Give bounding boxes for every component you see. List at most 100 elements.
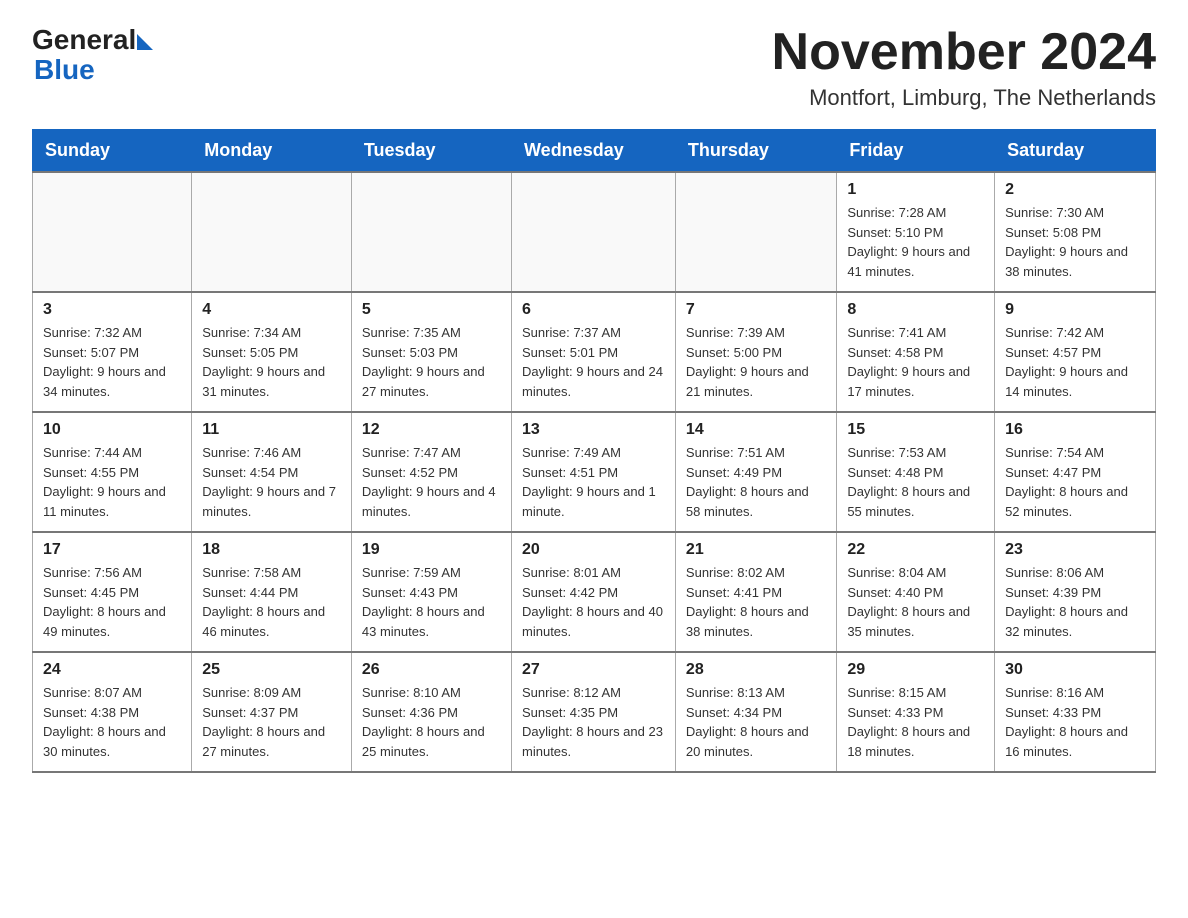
calendar-cell: 16 Sunrise: 7:54 AMSunset: 4:47 PMDayligh… xyxy=(995,412,1156,532)
day-info: Sunrise: 7:54 AMSunset: 4:47 PMDaylight:… xyxy=(1005,443,1145,521)
day-number: 20 xyxy=(522,541,665,559)
calendar-cell: 1Sunrise: 7:28 AMSunset: 5:10 PMDaylight… xyxy=(837,172,995,292)
calendar-cell: 22 Sunrise: 8:04 AMSunset: 4:40 PMDayligh… xyxy=(837,532,995,652)
day-info: Sunrise: 7:35 AMSunset: 5:03 PMDaylight:… xyxy=(362,323,501,401)
calendar-cell: 7Sunrise: 7:39 AMSunset: 5:00 PMDaylight… xyxy=(675,292,836,412)
day-number: 28 xyxy=(686,661,826,679)
calendar-cell: 25 Sunrise: 8:09 AMSunset: 4:37 PMDayligh… xyxy=(192,652,352,772)
logo-arrow-icon xyxy=(137,34,153,50)
day-info: Sunrise: 7:39 AMSunset: 5:00 PMDaylight:… xyxy=(686,323,826,401)
calendar-cell xyxy=(33,172,192,292)
day-number: 9 xyxy=(1005,301,1145,319)
calendar-cell: 2 Sunrise: 7:30 AMSunset: 5:08 PMDaylight… xyxy=(995,172,1156,292)
day-info: Sunrise: 8:15 AMSunset: 4:33 PMDaylight:… xyxy=(847,683,984,761)
day-number: 25 xyxy=(202,661,341,679)
day-info: Sunrise: 8:02 AMSunset: 4:41 PMDaylight:… xyxy=(686,563,826,641)
calendar-cell: 20 Sunrise: 8:01 AMSunset: 4:42 PMDayligh… xyxy=(512,532,676,652)
day-info: Sunrise: 7:56 AMSunset: 4:45 PMDaylight:… xyxy=(43,563,181,641)
day-info: Sunrise: 8:01 AMSunset: 4:42 PMDaylight:… xyxy=(522,563,665,641)
calendar-header-friday: Friday xyxy=(837,130,995,173)
day-info: Sunrise: 7:30 AMSunset: 5:08 PMDaylight:… xyxy=(1005,203,1145,281)
calendar-cell: 12 Sunrise: 7:47 AMSunset: 4:52 PMDayligh… xyxy=(351,412,511,532)
day-number: 10 xyxy=(43,421,181,439)
day-number: 4 xyxy=(202,301,341,319)
day-number: 12 xyxy=(362,421,501,439)
day-number: 3 xyxy=(43,301,181,319)
calendar-cell: 27Sunrise: 8:12 AMSunset: 4:35 PMDayligh… xyxy=(512,652,676,772)
calendar-cell: 30 Sunrise: 8:16 AMSunset: 4:33 PMDayligh… xyxy=(995,652,1156,772)
day-number: 23 xyxy=(1005,541,1145,559)
day-info: Sunrise: 8:04 AMSunset: 4:40 PMDaylight:… xyxy=(847,563,984,641)
day-info: Sunrise: 8:07 AMSunset: 4:38 PMDaylight:… xyxy=(43,683,181,761)
day-number: 19 xyxy=(362,541,501,559)
calendar-cell: 17 Sunrise: 7:56 AMSunset: 4:45 PMDayligh… xyxy=(33,532,192,652)
calendar-table: SundayMondayTuesdayWednesdayThursdayFrid… xyxy=(32,129,1156,773)
day-number: 2 xyxy=(1005,181,1145,199)
day-info: Sunrise: 8:13 AMSunset: 4:34 PMDaylight:… xyxy=(686,683,826,761)
calendar-week-row: 17 Sunrise: 7:56 AMSunset: 4:45 PMDayligh… xyxy=(33,532,1156,652)
calendar-cell: 8 Sunrise: 7:41 AMSunset: 4:58 PMDaylight… xyxy=(837,292,995,412)
day-info: Sunrise: 7:59 AMSunset: 4:43 PMDaylight:… xyxy=(362,563,501,641)
calendar-header-tuesday: Tuesday xyxy=(351,130,511,173)
day-info: Sunrise: 8:16 AMSunset: 4:33 PMDaylight:… xyxy=(1005,683,1145,761)
day-number: 29 xyxy=(847,661,984,679)
day-number: 26 xyxy=(362,661,501,679)
logo-general-text: General xyxy=(32,24,136,56)
day-number: 30 xyxy=(1005,661,1145,679)
day-info: Sunrise: 7:44 AMSunset: 4:55 PMDaylight:… xyxy=(43,443,181,521)
day-number: 8 xyxy=(847,301,984,319)
calendar-header-row: SundayMondayTuesdayWednesdayThursdayFrid… xyxy=(33,130,1156,173)
day-number: 21 xyxy=(686,541,826,559)
calendar-cell: 18 Sunrise: 7:58 AMSunset: 4:44 PMDayligh… xyxy=(192,532,352,652)
calendar-week-row: 10 Sunrise: 7:44 AMSunset: 4:55 PMDayligh… xyxy=(33,412,1156,532)
calendar-cell: 28 Sunrise: 8:13 AMSunset: 4:34 PMDayligh… xyxy=(675,652,836,772)
calendar-cell: 4 Sunrise: 7:34 AMSunset: 5:05 PMDaylight… xyxy=(192,292,352,412)
calendar-cell: 24Sunrise: 8:07 AMSunset: 4:38 PMDayligh… xyxy=(33,652,192,772)
calendar-week-row: 3 Sunrise: 7:32 AMSunset: 5:07 PMDaylight… xyxy=(33,292,1156,412)
calendar-header-saturday: Saturday xyxy=(995,130,1156,173)
page-subtitle: Montfort, Limburg, The Netherlands xyxy=(772,85,1156,111)
day-number: 14 xyxy=(686,421,826,439)
title-area: November 2024 Montfort, Limburg, The Net… xyxy=(772,24,1156,111)
day-info: Sunrise: 7:53 AMSunset: 4:48 PMDaylight:… xyxy=(847,443,984,521)
calendar-cell: 9Sunrise: 7:42 AMSunset: 4:57 PMDaylight… xyxy=(995,292,1156,412)
day-info: Sunrise: 7:28 AMSunset: 5:10 PMDaylight:… xyxy=(847,203,984,281)
calendar-cell: 3 Sunrise: 7:32 AMSunset: 5:07 PMDaylight… xyxy=(33,292,192,412)
calendar-cell: 19 Sunrise: 7:59 AMSunset: 4:43 PMDayligh… xyxy=(351,532,511,652)
calendar-cell: 11 Sunrise: 7:46 AMSunset: 4:54 PMDayligh… xyxy=(192,412,352,532)
calendar-header-wednesday: Wednesday xyxy=(512,130,676,173)
day-number: 13 xyxy=(522,421,665,439)
calendar-header-thursday: Thursday xyxy=(675,130,836,173)
day-number: 16 xyxy=(1005,421,1145,439)
logo-blue-text: Blue xyxy=(34,54,95,85)
day-number: 11 xyxy=(202,421,341,439)
calendar-week-row: 1Sunrise: 7:28 AMSunset: 5:10 PMDaylight… xyxy=(33,172,1156,292)
day-number: 5 xyxy=(362,301,501,319)
calendar-cell: 13 Sunrise: 7:49 AMSunset: 4:51 PMDayligh… xyxy=(512,412,676,532)
calendar-week-row: 24Sunrise: 8:07 AMSunset: 4:38 PMDayligh… xyxy=(33,652,1156,772)
calendar-header-sunday: Sunday xyxy=(33,130,192,173)
day-info: Sunrise: 8:12 AMSunset: 4:35 PMDaylight:… xyxy=(522,683,665,761)
day-info: Sunrise: 7:32 AMSunset: 5:07 PMDaylight:… xyxy=(43,323,181,401)
calendar-cell: 14Sunrise: 7:51 AMSunset: 4:49 PMDayligh… xyxy=(675,412,836,532)
day-info: Sunrise: 7:46 AMSunset: 4:54 PMDaylight:… xyxy=(202,443,341,521)
page-title: November 2024 xyxy=(772,24,1156,81)
day-number: 18 xyxy=(202,541,341,559)
day-number: 6 xyxy=(522,301,665,319)
day-info: Sunrise: 8:09 AMSunset: 4:37 PMDaylight:… xyxy=(202,683,341,761)
day-info: Sunrise: 7:47 AMSunset: 4:52 PMDaylight:… xyxy=(362,443,501,521)
day-info: Sunrise: 7:34 AMSunset: 5:05 PMDaylight:… xyxy=(202,323,341,401)
day-info: Sunrise: 8:06 AMSunset: 4:39 PMDaylight:… xyxy=(1005,563,1145,641)
calendar-cell: 21 Sunrise: 8:02 AMSunset: 4:41 PMDayligh… xyxy=(675,532,836,652)
day-number: 17 xyxy=(43,541,181,559)
day-info: Sunrise: 8:10 AMSunset: 4:36 PMDaylight:… xyxy=(362,683,501,761)
day-info: Sunrise: 7:58 AMSunset: 4:44 PMDaylight:… xyxy=(202,563,341,641)
day-info: Sunrise: 7:37 AMSunset: 5:01 PMDaylight:… xyxy=(522,323,665,401)
day-number: 22 xyxy=(847,541,984,559)
calendar-cell: 5 Sunrise: 7:35 AMSunset: 5:03 PMDaylight… xyxy=(351,292,511,412)
calendar-cell: 29 Sunrise: 8:15 AMSunset: 4:33 PMDayligh… xyxy=(837,652,995,772)
day-info: Sunrise: 7:41 AMSunset: 4:58 PMDaylight:… xyxy=(847,323,984,401)
day-info: Sunrise: 7:49 AMSunset: 4:51 PMDaylight:… xyxy=(522,443,665,521)
calendar-cell xyxy=(351,172,511,292)
calendar-cell: 26 Sunrise: 8:10 AMSunset: 4:36 PMDayligh… xyxy=(351,652,511,772)
